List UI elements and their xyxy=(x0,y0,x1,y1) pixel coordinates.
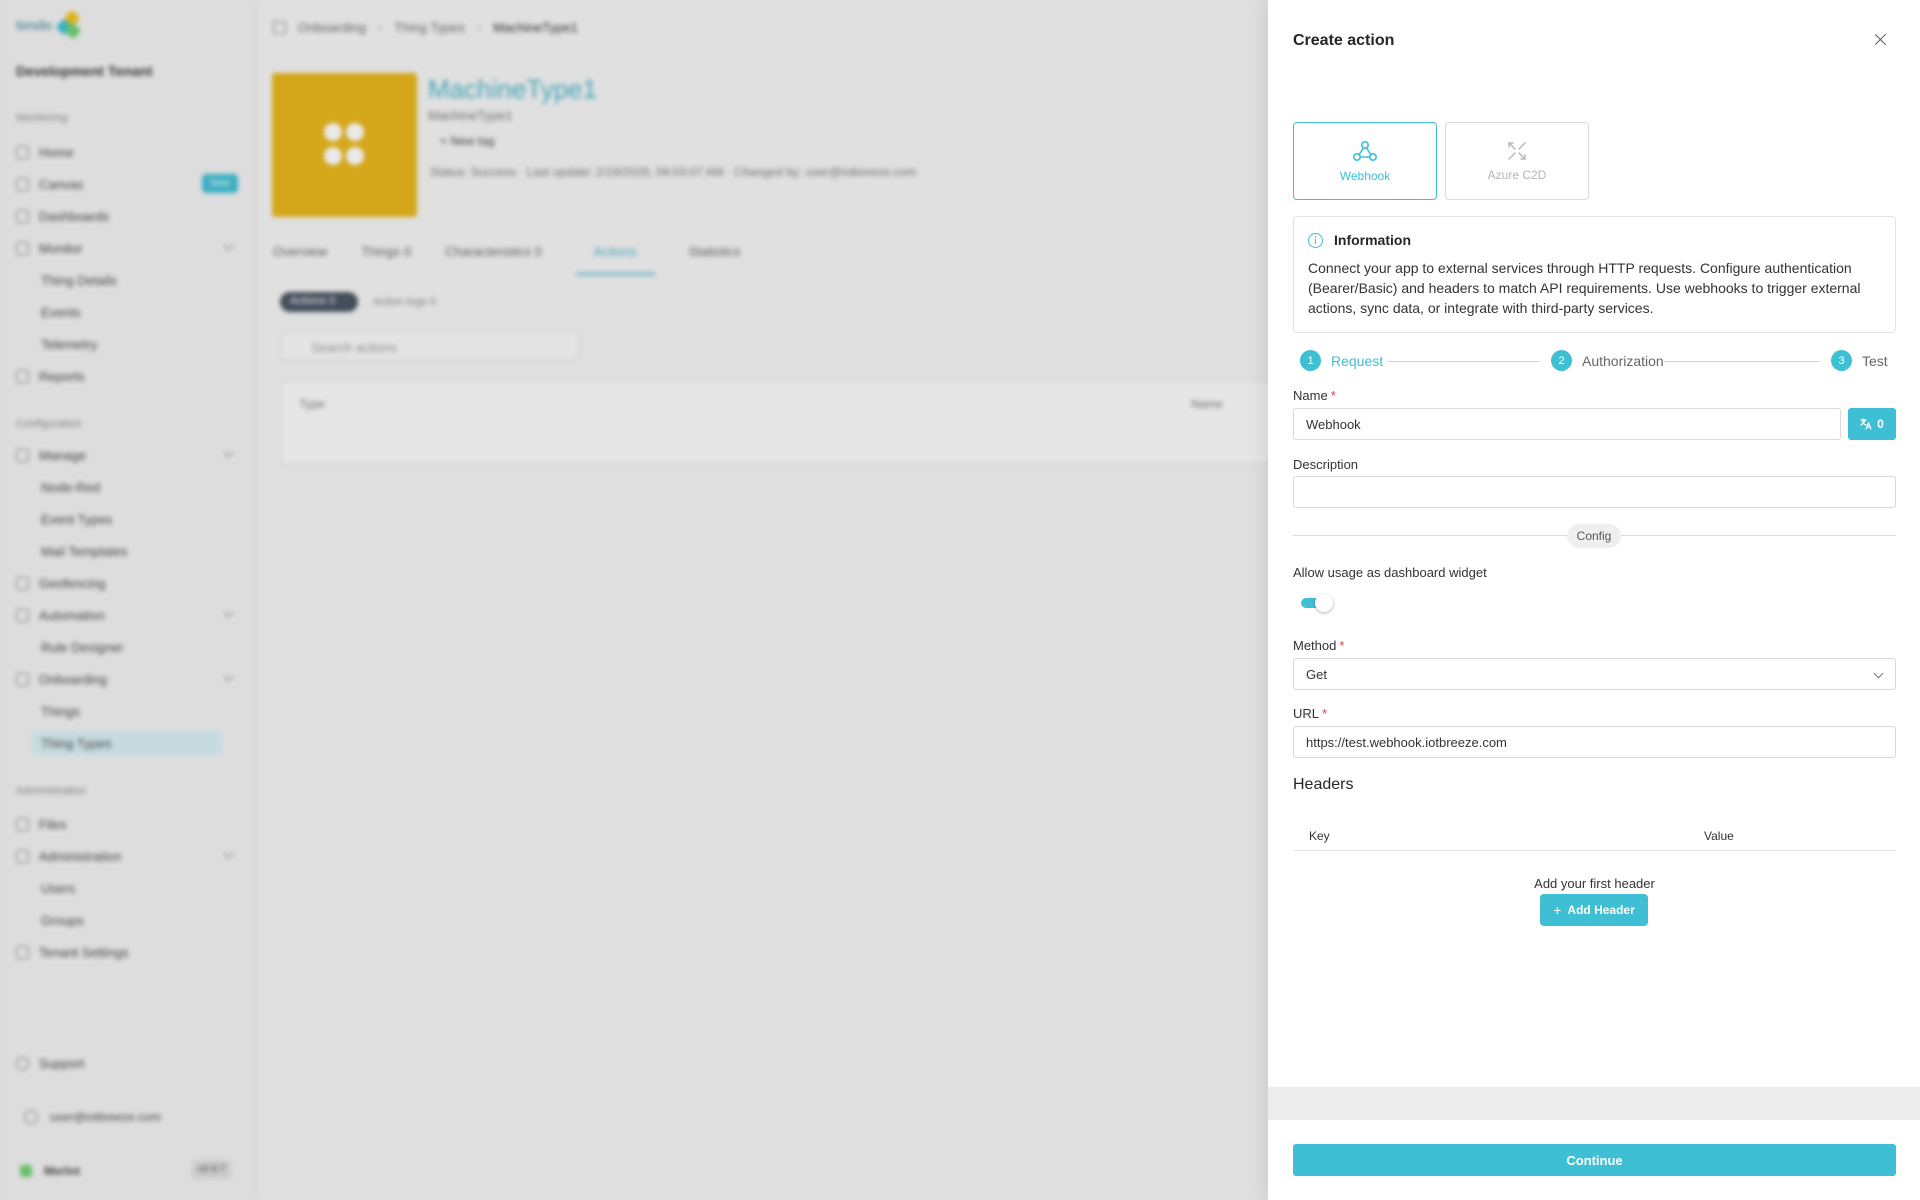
footer-separator xyxy=(1268,1087,1920,1120)
plus-icon: + xyxy=(1553,902,1562,918)
translate-icon xyxy=(1860,418,1872,430)
step-connector xyxy=(1663,361,1820,362)
drawer-title: Create action xyxy=(1293,32,1395,49)
step-request[interactable]: 1 Request xyxy=(1300,350,1384,371)
method-value: Get xyxy=(1306,666,1327,682)
continue-button[interactable]: Continue xyxy=(1293,1144,1896,1176)
step-test[interactable]: 3 Test xyxy=(1831,350,1888,371)
headers-table: Key Value xyxy=(1293,823,1896,851)
description-label: Description xyxy=(1293,457,1359,472)
create-action-drawer: Create action Webhook Azure C2D Informat… xyxy=(1268,0,1920,1200)
description-input[interactable] xyxy=(1293,476,1896,508)
add-header-button[interactable]: + Add Header xyxy=(1540,894,1648,926)
webhook-icon xyxy=(1352,140,1377,162)
widget-usage-toggle[interactable] xyxy=(1301,594,1337,612)
type-card-azure-c2d[interactable]: Azure C2D xyxy=(1445,122,1589,200)
method-label: Method * xyxy=(1293,638,1345,653)
config-section-label: Config xyxy=(1567,524,1621,548)
information-heading: Information xyxy=(1334,232,1411,248)
method-select[interactable]: Get xyxy=(1293,658,1896,690)
headers-title: Headers xyxy=(1293,776,1354,793)
type-card-webhook[interactable]: Webhook xyxy=(1293,122,1437,200)
column-value: Value xyxy=(1704,829,1734,843)
stepper: 1 Request 2 Authorization 3 Test xyxy=(1300,350,1894,372)
information-box: Information Connect your app to external… xyxy=(1293,216,1896,333)
name-input[interactable]: Webhook xyxy=(1293,408,1841,440)
headers-empty-message: Add your first header xyxy=(1534,876,1655,891)
url-label: URL * xyxy=(1293,706,1328,721)
type-label-webhook: Webhook xyxy=(1339,169,1391,183)
translate-button[interactable]: 0 xyxy=(1848,408,1896,440)
information-text: Connect your app to external services th… xyxy=(1308,260,1861,316)
close-icon[interactable] xyxy=(1872,31,1890,49)
url-input[interactable]: https://test.webhook.iotbreeze.com xyxy=(1293,726,1896,758)
chevron-down-icon xyxy=(1873,668,1884,679)
step-authorization[interactable]: 2 Authorization xyxy=(1551,350,1664,371)
step-connector xyxy=(1388,361,1540,362)
info-icon xyxy=(1308,232,1323,248)
column-key: Key xyxy=(1309,829,1330,843)
azure-c2d-icon xyxy=(1508,142,1526,160)
name-label: Name * xyxy=(1293,388,1336,403)
type-label-azure-c2d: Azure C2D xyxy=(1487,168,1547,182)
widget-usage-label: Allow usage as dashboard widget xyxy=(1293,565,1487,580)
